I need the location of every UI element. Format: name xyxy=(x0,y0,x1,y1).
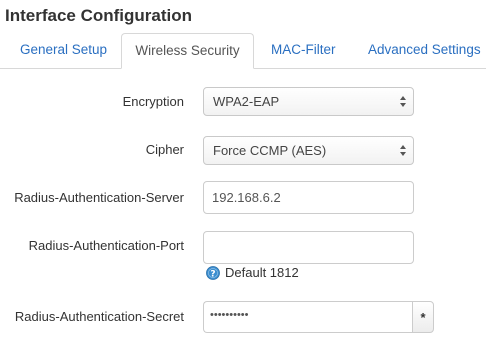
encryption-select[interactable]: WPA2-EAP xyxy=(203,87,414,116)
encryption-label: Encryption xyxy=(122,94,184,109)
tab-mac-filter[interactable]: MAC-Filter xyxy=(271,33,336,67)
page-title: Interface Configuration xyxy=(5,6,193,25)
radius-secret-value: •••••••••• xyxy=(210,309,249,321)
svg-text:?: ? xyxy=(210,269,215,279)
select-arrows-icon xyxy=(400,96,406,107)
radius-port-label: Radius-Authentication-Port xyxy=(28,238,184,253)
cipher-label: Cipher xyxy=(145,142,184,157)
tab-wireless-security[interactable]: Wireless Security xyxy=(121,33,254,69)
tab-bar: General Setup Wireless Security MAC-Filt… xyxy=(0,33,486,69)
radius-port-input[interactable] xyxy=(203,231,414,264)
radius-server-value: 192.168.6.2 xyxy=(212,190,281,205)
cipher-value: Force CCMP (AES) xyxy=(213,143,327,158)
cipher-select[interactable]: Force CCMP (AES) xyxy=(203,136,414,165)
radius-port-hint-text: Default 1812 xyxy=(225,265,299,280)
tab-advanced-settings[interactable]: Advanced Settings xyxy=(368,33,481,67)
interface-configuration-page: Interface Configuration General Setup Wi… xyxy=(0,0,486,340)
reveal-password-button[interactable]: * xyxy=(412,301,434,333)
radius-secret-group: •••••••••• * xyxy=(203,301,434,333)
radius-secret-label: Radius-Authentication-Secret xyxy=(14,309,184,324)
select-arrows-icon xyxy=(400,145,406,156)
radius-secret-input[interactable]: •••••••••• xyxy=(203,301,412,333)
encryption-value: WPA2-EAP xyxy=(213,94,280,109)
help-icon: ? xyxy=(206,266,220,280)
radius-server-label: Radius-Authentication-Server xyxy=(14,190,184,205)
tab-general-setup[interactable]: General Setup xyxy=(20,33,107,67)
radius-server-input[interactable]: 192.168.6.2 xyxy=(203,181,414,214)
